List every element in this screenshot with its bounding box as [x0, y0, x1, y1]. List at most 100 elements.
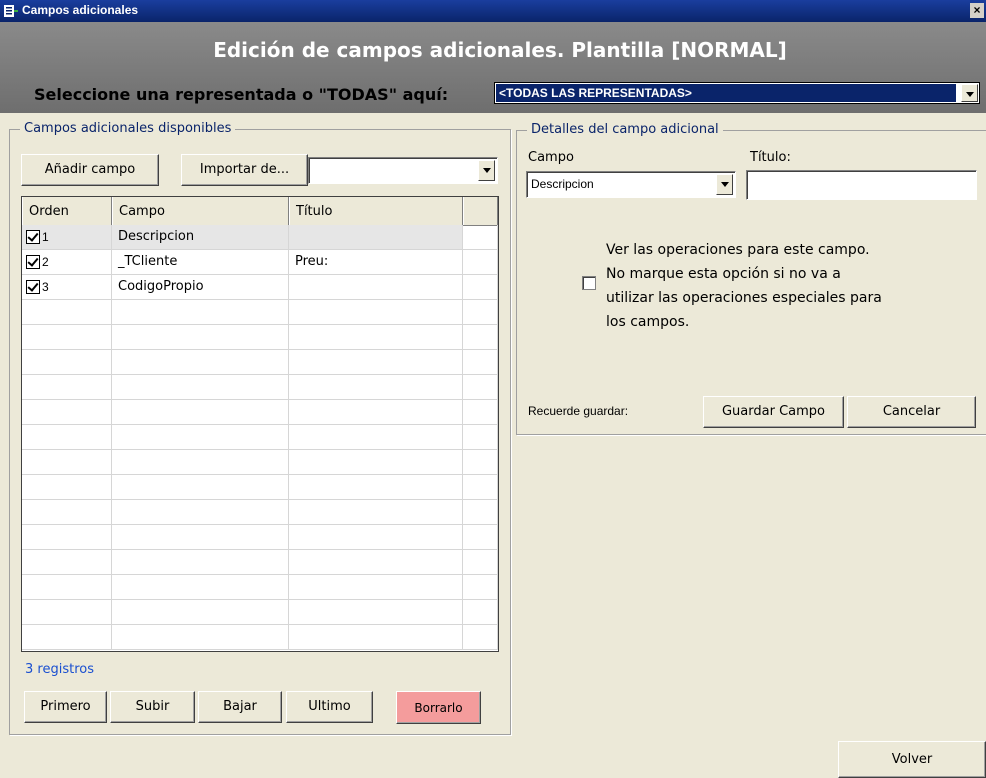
cell-extra: [463, 525, 498, 549]
cell-titulo: Preu:: [289, 250, 463, 274]
cell-campo: [112, 475, 289, 499]
cell-titulo: [289, 300, 463, 324]
cell-titulo: [289, 475, 463, 499]
cell-titulo: [289, 375, 463, 399]
cell-campo: [112, 300, 289, 324]
cell-titulo: [289, 500, 463, 524]
chevron-down-icon[interactable]: [961, 84, 978, 102]
cell-extra: [463, 575, 498, 599]
table-row[interactable]: [22, 300, 498, 325]
row-order-number: 2: [42, 255, 49, 269]
representada-select[interactable]: <TODAS LAS REPRESENTADAS>: [494, 82, 980, 104]
cell-orden: [22, 425, 112, 449]
cell-extra: [463, 325, 498, 349]
row-enabled-checkbox[interactable]: [26, 255, 40, 269]
table-row[interactable]: 1 Descripcion: [22, 225, 498, 250]
cell-orden: [22, 550, 112, 574]
table-row[interactable]: [22, 525, 498, 550]
cell-orden: [22, 500, 112, 524]
cell-titulo: [289, 525, 463, 549]
cell-campo: [112, 350, 289, 374]
cell-campo: [112, 550, 289, 574]
operations-description: Ver las operaciones para este campo. No …: [606, 238, 882, 334]
cell-extra: [463, 300, 498, 324]
table-row[interactable]: [22, 400, 498, 425]
table-row[interactable]: [22, 500, 498, 525]
column-header-campo[interactable]: Campo: [112, 197, 289, 225]
row-enabled-checkbox[interactable]: [26, 230, 40, 244]
up-button[interactable]: Subir: [110, 691, 195, 723]
app-icon: [4, 5, 18, 17]
cell-orden: [22, 350, 112, 374]
window-title: Campos adicionales: [22, 3, 139, 17]
back-button[interactable]: Volver: [838, 741, 986, 778]
table-row[interactable]: [22, 475, 498, 500]
cell-extra: [463, 600, 498, 624]
column-header-titulo[interactable]: Título: [289, 197, 463, 225]
table-row[interactable]: [22, 375, 498, 400]
campo-selected-value: Descripcion: [531, 177, 594, 191]
table-row[interactable]: [22, 575, 498, 600]
table-row[interactable]: [22, 600, 498, 625]
operations-line: utilizar las operaciones especiales para: [606, 290, 882, 306]
table-row[interactable]: [22, 425, 498, 450]
chevron-down-icon[interactable]: [478, 160, 495, 181]
import-source-select[interactable]: [308, 157, 498, 184]
operations-checkbox[interactable]: [582, 276, 596, 290]
row-enabled-checkbox[interactable]: [26, 280, 40, 294]
header-band: Edición de campos adicionales. Plantilla…: [0, 22, 986, 113]
table-row[interactable]: [22, 550, 498, 575]
cell-orden: [22, 300, 112, 324]
table-row[interactable]: [22, 350, 498, 375]
table-row[interactable]: 2 _TCliente Preu:: [22, 250, 498, 275]
remember-save-label: Recuerde guardar:: [528, 404, 629, 418]
representada-label: Seleccione una representada o "TODAS" aq…: [34, 85, 449, 104]
column-header-empty: [463, 197, 498, 225]
operations-line: los campos.: [606, 314, 690, 330]
cancel-button[interactable]: Cancelar: [847, 396, 976, 428]
cell-extra: [463, 275, 498, 299]
table-row[interactable]: 3 CodigoPropio: [22, 275, 498, 300]
fields-table[interactable]: Orden Campo Título 1 Descripcion 2 _TClient…: [21, 196, 499, 652]
cell-titulo: [289, 600, 463, 624]
operations-line: Ver las operaciones para este campo.: [606, 242, 870, 258]
cell-titulo: [289, 350, 463, 374]
cell-titulo: [289, 400, 463, 424]
campo-select[interactable]: Descripcion: [526, 171, 736, 198]
delete-button[interactable]: Borrarlo: [396, 691, 481, 724]
cell-orden: 2: [22, 250, 112, 274]
table-row[interactable]: [22, 625, 498, 650]
cell-orden: [22, 600, 112, 624]
close-icon[interactable]: ×: [970, 3, 984, 18]
add-field-button[interactable]: Añadir campo: [21, 154, 159, 186]
chevron-down-icon[interactable]: [716, 174, 733, 195]
cell-campo: [112, 500, 289, 524]
titulo-label: Título:: [750, 150, 791, 165]
campo-label: Campo: [528, 150, 574, 165]
cell-campo: [112, 525, 289, 549]
field-details-legend: Detalles del campo adicional: [527, 122, 723, 137]
cell-campo: Descripcion: [112, 225, 289, 249]
table-row[interactable]: [22, 450, 498, 475]
save-field-button[interactable]: Guardar Campo: [703, 396, 844, 428]
titulo-input[interactable]: [746, 170, 977, 200]
column-header-orden[interactable]: Orden: [22, 197, 112, 225]
cell-extra: [463, 350, 498, 374]
cell-campo: [112, 450, 289, 474]
cell-orden: 1: [22, 225, 112, 249]
window-titlebar: Campos adicionales ×: [0, 0, 986, 22]
record-count: 3 registros: [25, 662, 94, 677]
cell-extra: [463, 425, 498, 449]
down-button[interactable]: Bajar: [198, 691, 282, 723]
cell-titulo: [289, 225, 463, 249]
cell-titulo: [289, 275, 463, 299]
table-row[interactable]: [22, 325, 498, 350]
cell-extra: [463, 475, 498, 499]
first-button[interactable]: Primero: [24, 691, 107, 723]
last-button[interactable]: Ultimo: [286, 691, 373, 723]
cell-extra: [463, 400, 498, 424]
import-from-button[interactable]: Importar de...: [181, 154, 308, 186]
cell-orden: [22, 575, 112, 599]
cell-orden: [22, 375, 112, 399]
cell-campo: [112, 325, 289, 349]
